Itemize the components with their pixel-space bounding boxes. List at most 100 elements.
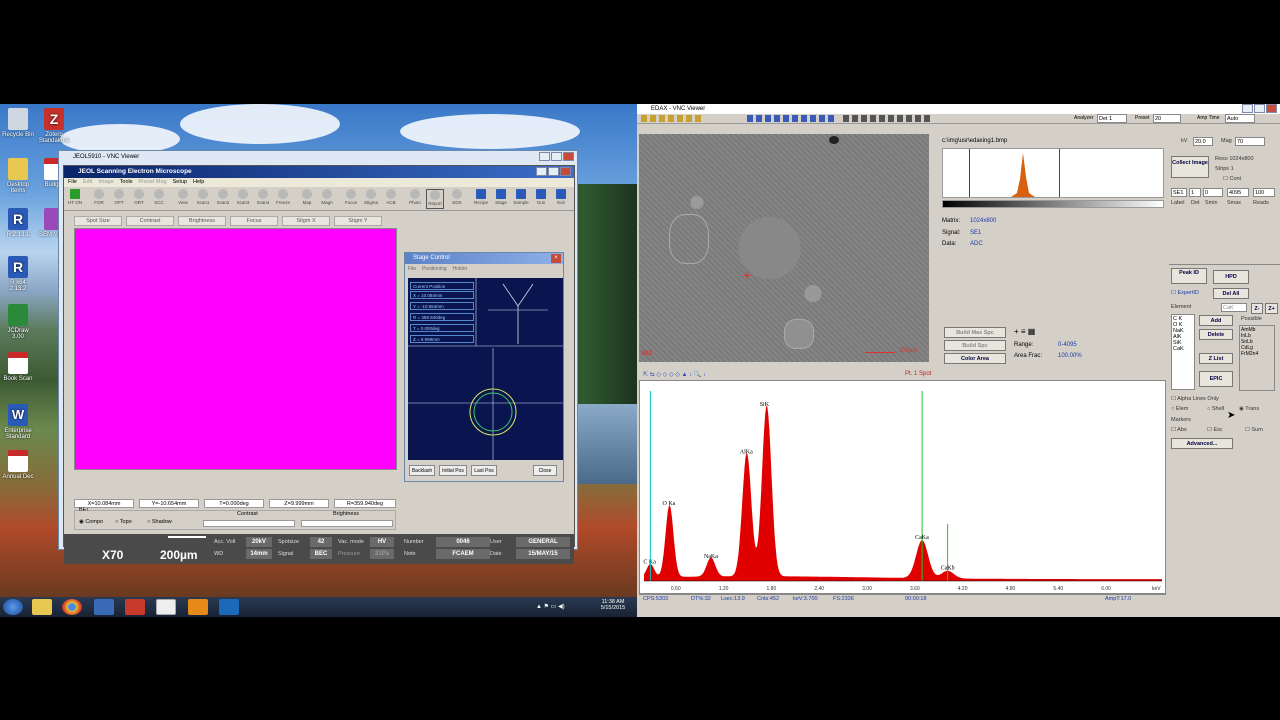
del-all-button[interactable]: Del All: [1213, 288, 1249, 299]
desktop-icon-r[interactable]: R R 2.13.1: [2, 208, 34, 238]
desktop-icon-word[interactable]: W Enterprise Standard: [2, 404, 34, 440]
taskbar-app-icon[interactable]: [94, 599, 114, 615]
stage-menu-file[interactable]: File: [408, 266, 416, 272]
tool-report[interactable]: Report: [426, 189, 444, 209]
desktop-icon-pdf-book[interactable]: Book Scan: [2, 352, 34, 382]
reads-field[interactable]: 100: [1253, 188, 1275, 197]
tool-focus[interactable]: Focus: [342, 189, 360, 209]
menu-tools[interactable]: Tools: [120, 178, 133, 187]
list-item[interactable]: CaK: [1173, 346, 1193, 352]
initial-pos-button[interactable]: Initial Pos: [439, 465, 467, 476]
tab-focus[interactable]: Focus: [230, 216, 278, 226]
edax-titlebar[interactable]: EDAX - VNC Viewer: [637, 104, 1280, 114]
det-field[interactable]: 1: [1189, 188, 1201, 197]
view-tool-icons[interactable]: [747, 115, 837, 122]
delete-button[interactable]: Delete: [1199, 329, 1233, 340]
menu-setup[interactable]: Setup: [173, 178, 187, 187]
tool-eds[interactable]: EDS: [448, 189, 466, 209]
spectrum-tool-icons[interactable]: ⇱ ⇆ ◇ ◇ ◇ ◇ ▲ ↓ 🔍 ↓: [643, 371, 706, 378]
menu-preset-mag[interactable]: Preset Mag: [139, 178, 167, 187]
collect-image-button[interactable]: Collect Image: [1171, 156, 1209, 178]
spectrum-chart[interactable]: C Ka O Ka NaKa AlKa SiK CaKa CaKb 0.60 1.20 1.80 2…: [639, 380, 1166, 594]
jeol-vnc-window[interactable]: JEOL5910 - VNC Viewer JEOL Scanning Elec…: [58, 150, 578, 564]
tool-scan2[interactable]: Scan2: [214, 189, 232, 209]
minimize-button[interactable]: [1242, 104, 1253, 113]
minimize-button[interactable]: [539, 152, 550, 161]
tool-scan3[interactable]: Scan3: [234, 189, 252, 209]
tool-scan1[interactable]: Scan1: [194, 189, 212, 209]
sum-checkbox[interactable]: ☐ Sum: [1245, 427, 1263, 433]
desktop-icon-pdf-annual[interactable]: Annual Dec: [2, 450, 34, 480]
taskbar-outlook-icon[interactable]: [219, 599, 239, 615]
contrast-slider[interactable]: [203, 520, 295, 527]
radio-topo[interactable]: ○ Topo: [115, 519, 132, 525]
tab-stigm-x[interactable]: Stigm X: [282, 216, 330, 226]
desktop-icon-zotero[interactable]: Z Zotero Standalone: [38, 108, 70, 144]
epic-button[interactable]: EPIC: [1199, 371, 1233, 387]
sem-image[interactable]: + SE1 200µm: [639, 134, 929, 362]
z-minus-button[interactable]: Z-: [1251, 303, 1263, 314]
element-field[interactable]: CaK: [1221, 303, 1247, 312]
label-field[interactable]: SE1: [1171, 188, 1187, 197]
tool-magn[interactable]: Magn: [318, 189, 336, 209]
tray-icons[interactable]: ▲ ⚑ ▭ ◀): [536, 603, 586, 611]
maximize-button[interactable]: [548, 167, 559, 176]
live-image-view[interactable]: [74, 228, 397, 470]
element-list[interactable]: C K O K NaK AlK SiK CaK: [1171, 314, 1195, 390]
maximize-button[interactable]: [551, 152, 562, 161]
possible-list[interactable]: AmMb InLb SnLb CdLg FrM2n4: [1239, 325, 1275, 391]
menu-file[interactable]: File: [68, 178, 77, 187]
close-button[interactable]: [563, 152, 574, 161]
ht-on-button[interactable]: HT ON: [66, 189, 84, 209]
list-item[interactable]: FrM2n4: [1241, 351, 1273, 357]
tab-stigm-y[interactable]: Stigm Y: [334, 216, 382, 226]
elem-radio[interactable]: ○ Elem: [1171, 406, 1188, 412]
amp-time-select[interactable]: Auto: [1225, 114, 1255, 123]
tool-photo[interactable]: Photo: [406, 189, 424, 209]
close-icon[interactable]: ×: [551, 254, 561, 263]
tool-stigma[interactable]: Stigma: [362, 189, 380, 209]
close-button[interactable]: [560, 167, 571, 176]
advanced-button[interactable]: Advanced...: [1171, 438, 1233, 449]
menu-edit[interactable]: Edit: [83, 178, 92, 187]
stage-control-titlebar[interactable]: Stage Control ×: [405, 253, 563, 264]
maximize-button[interactable]: [1254, 104, 1265, 113]
tool-view[interactable]: View: [174, 189, 192, 209]
tool-exit[interactable]: Exit: [552, 189, 570, 209]
close-button[interactable]: [1266, 104, 1277, 113]
brightness-slider[interactable]: [301, 520, 393, 527]
tool-sample[interactable]: Sample: [512, 189, 530, 209]
tool-gun[interactable]: Gun: [532, 189, 550, 209]
analyzer-select[interactable]: Det 1: [1097, 114, 1127, 123]
abs-checkbox[interactable]: ☐ Abs: [1171, 427, 1187, 433]
mag-field[interactable]: 70: [1235, 137, 1265, 146]
desktop-icon-folder[interactable]: Desktop Items: [2, 158, 34, 194]
z-list-button[interactable]: Z List: [1199, 353, 1233, 364]
tool-scc[interactable]: SCC: [150, 189, 168, 209]
tab-brightness[interactable]: Brightness: [178, 216, 226, 226]
desktop-icon-jcdraw[interactable]: JCDraw 3.00: [2, 304, 34, 340]
desktop-icon-recycle-bin[interactable]: Recycle Bin: [2, 108, 34, 138]
z-plus-button[interactable]: Z+: [1265, 303, 1278, 314]
tool-scan4[interactable]: Scan4: [254, 189, 272, 209]
minimize-button[interactable]: [536, 167, 547, 176]
trans-radio[interactable]: ◉ Trans: [1239, 406, 1259, 412]
stage-menu-holder[interactable]: Holder: [453, 266, 468, 272]
taskbar-illustrator-icon[interactable]: [188, 599, 208, 615]
preset-select[interactable]: 20: [1153, 114, 1181, 123]
stage-map[interactable]: Current Position X = 10.084mm Y = -10.65…: [408, 278, 563, 460]
stage-close-button[interactable]: Close: [533, 465, 557, 476]
menu-image[interactable]: Image: [98, 178, 113, 187]
radio-shadow[interactable]: ○ Shadow: [147, 519, 172, 525]
kv-field[interactable]: 20.0: [1193, 137, 1213, 146]
radio-compo[interactable]: ◉ Compo: [79, 519, 103, 525]
build-spc-button[interactable]: Build Spc: [944, 340, 1006, 351]
peak-id-button[interactable]: Peak ID: [1171, 268, 1207, 284]
smin-field[interactable]: 0: [1203, 188, 1223, 197]
file-tool-icons[interactable]: [641, 115, 701, 122]
desktop-icon-r-x64[interactable]: R R x64 2.13.2: [2, 256, 34, 292]
menu-help[interactable]: Help: [193, 178, 204, 187]
stage-control-window[interactable]: Stage Control × File Positioning Holder …: [404, 252, 564, 482]
color-area-button[interactable]: Color Area: [944, 353, 1006, 364]
last-pos-button[interactable]: Last Pos: [471, 465, 497, 476]
